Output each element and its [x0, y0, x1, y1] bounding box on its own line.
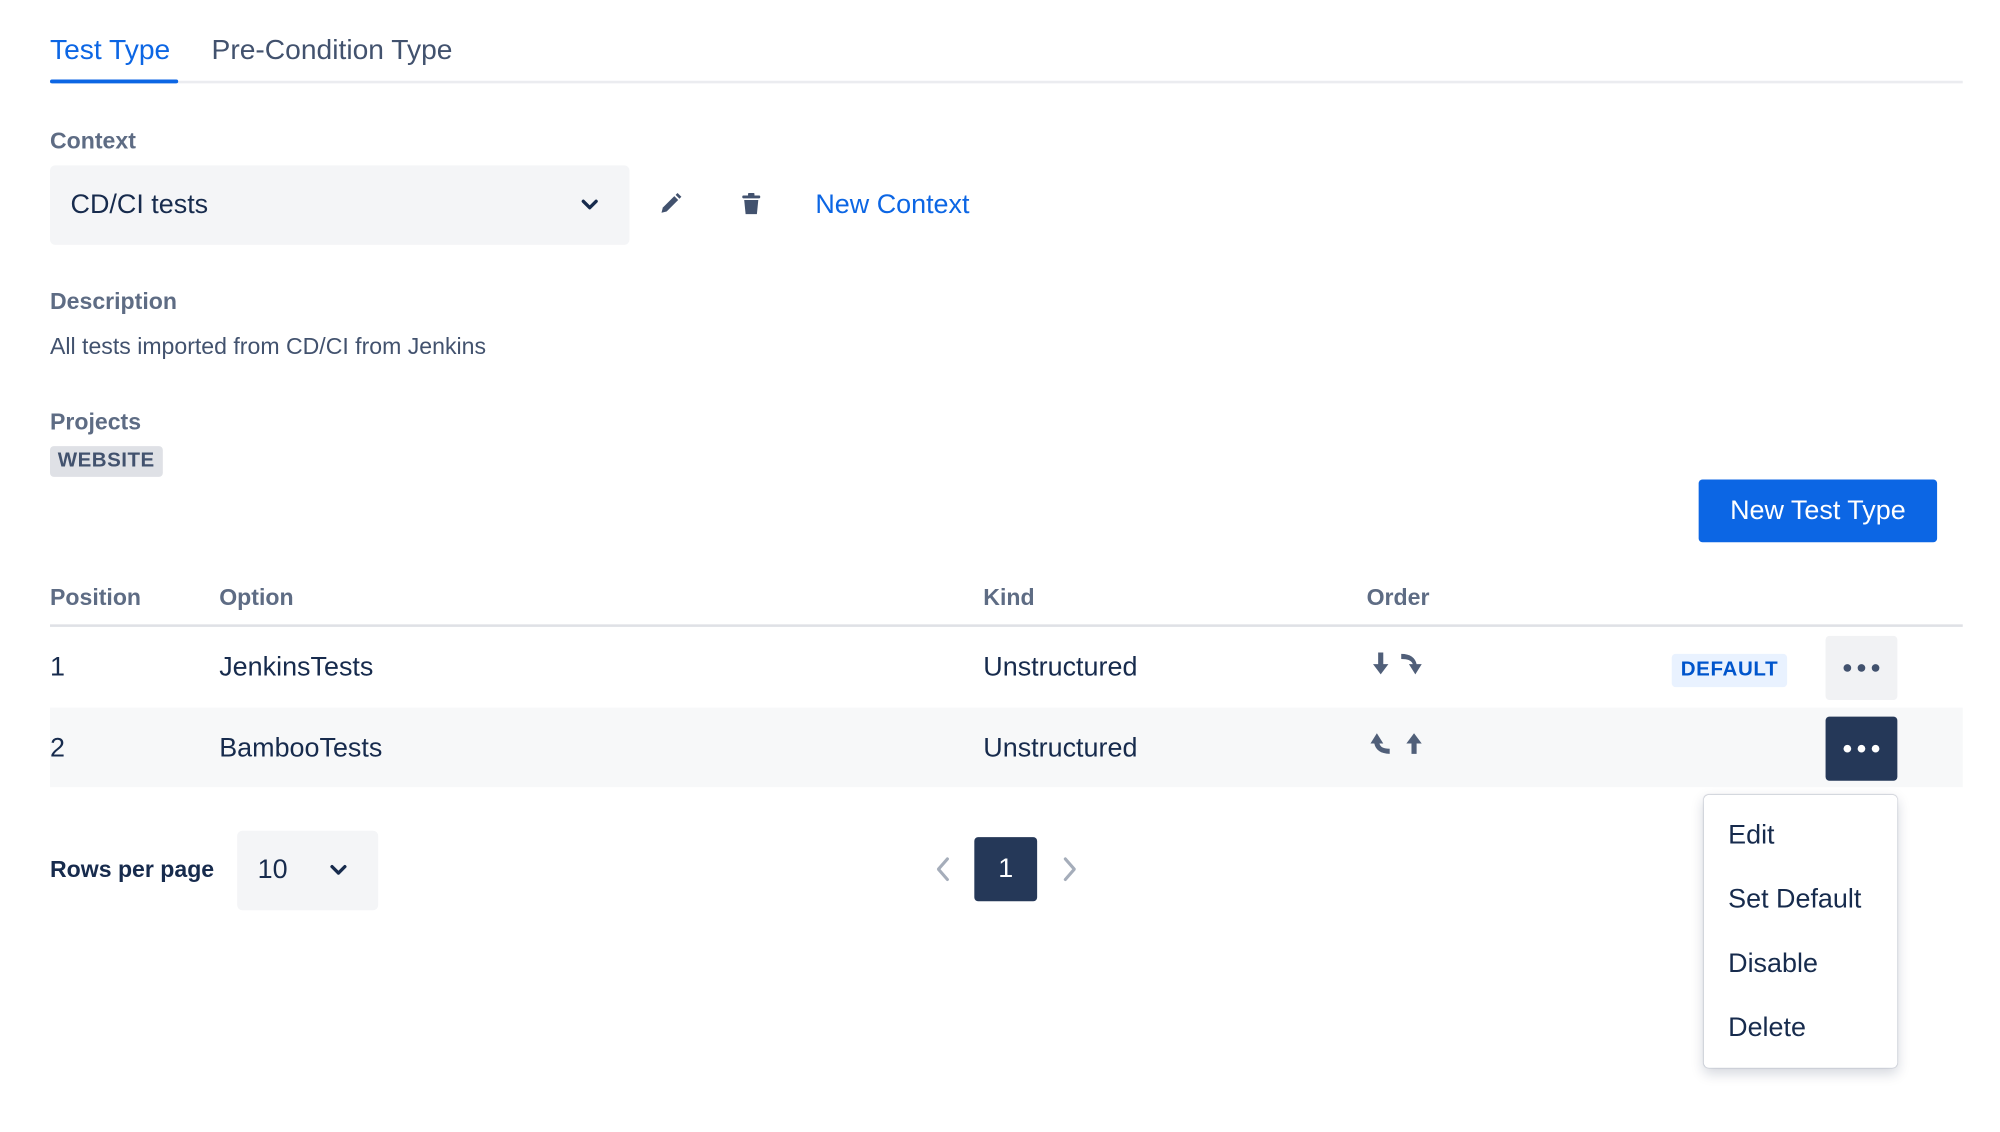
move-to-bottom-icon[interactable] — [1401, 653, 1422, 675]
projects-label: Projects — [49, 408, 142, 435]
row-kind: Unstructured — [983, 652, 1138, 683]
description-label: Description — [49, 288, 177, 315]
table-header-divider — [49, 624, 1963, 627]
move-to-top-icon[interactable] — [1370, 733, 1390, 754]
chevron-down-icon — [330, 864, 347, 875]
menu-item-disable[interactable]: Disable — [1728, 949, 1818, 980]
row-position: 2 — [49, 733, 65, 763]
delete-context-button[interactable] — [733, 186, 769, 222]
trash-icon — [742, 192, 761, 215]
chevron-right-icon — [1063, 857, 1076, 881]
edit-context-button[interactable] — [653, 186, 689, 222]
row-kind: Unstructured — [983, 733, 1138, 763]
more-icon — [1843, 664, 1880, 672]
project-lozenge: WEBSITE — [49, 446, 163, 477]
new-context-link[interactable]: New Context — [815, 190, 969, 221]
move-down-icon[interactable] — [1373, 652, 1389, 675]
default-badge: DEFAULT — [1671, 653, 1788, 688]
menu-item-set-default[interactable]: Set Default — [1728, 885, 1861, 916]
tab-test-type[interactable]: Test Type — [50, 33, 170, 66]
column-header-order: Order — [1366, 584, 1430, 611]
rows-per-page-select[interactable]: 10 — [237, 830, 379, 911]
active-tab-indicator — [49, 79, 179, 84]
context-label: Context — [49, 128, 136, 154]
new-test-type-button[interactable]: New Test Type — [1698, 479, 1938, 543]
tab-pre-condition-type[interactable]: Pre-Condition Type — [212, 33, 453, 66]
menu-item-delete[interactable]: Delete — [1728, 1013, 1806, 1044]
description-text: All tests imported from CD/CI from Jenki… — [49, 333, 486, 359]
move-up-icon[interactable] — [1406, 733, 1422, 754]
next-page-button[interactable] — [1056, 854, 1082, 885]
row-option: BambooTests — [219, 733, 383, 763]
more-icon — [1843, 744, 1880, 753]
row-option: JenkinsTests — [219, 652, 374, 683]
order-arrows — [1373, 652, 1422, 675]
previous-page-button[interactable] — [931, 854, 957, 885]
row-actions-menu: Edit Set Default Disable Delete — [1703, 794, 1898, 1068]
column-header-option: Option — [219, 584, 294, 611]
menu-item-edit[interactable]: Edit — [1728, 820, 1774, 851]
order-arrows — [1370, 733, 1422, 754]
context-select-value: CD/CI tests — [70, 189, 209, 220]
context-select[interactable]: CD/CI tests — [49, 165, 630, 245]
page-button-current[interactable]: 1 — [974, 837, 1038, 902]
column-header-kind: Kind — [983, 584, 1035, 611]
rows-per-page-value: 10 — [257, 855, 288, 885]
tabs-divider — [49, 80, 1963, 84]
row-position: 1 — [49, 652, 65, 683]
chevron-down-icon — [581, 199, 598, 210]
chevron-left-icon — [936, 857, 949, 881]
row-more-actions-button-active[interactable] — [1825, 716, 1898, 781]
rows-per-page-label: Rows per page — [49, 856, 215, 883]
column-header-position: Position — [49, 584, 142, 611]
pencil-icon — [661, 192, 682, 213]
row-more-actions-button[interactable] — [1825, 635, 1898, 700]
